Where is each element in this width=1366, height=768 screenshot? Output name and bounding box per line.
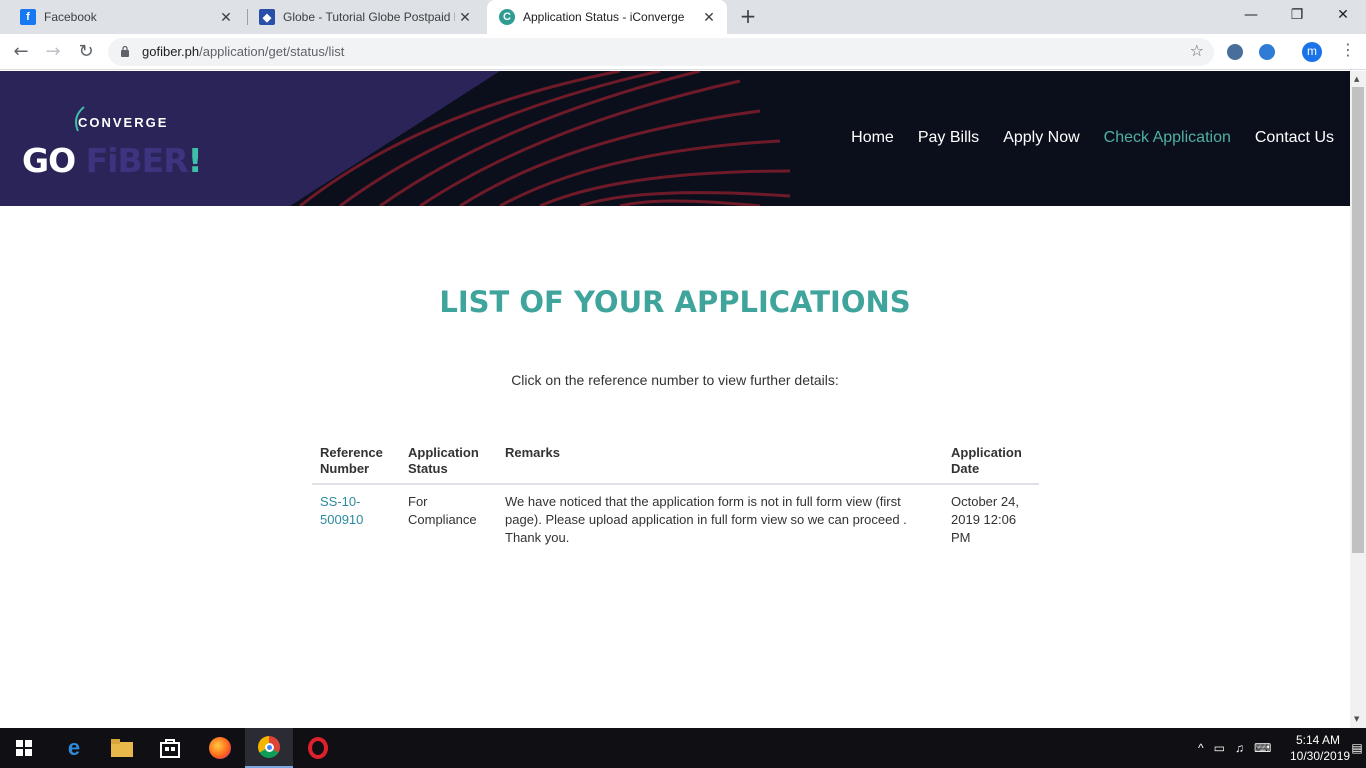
taskbar-clock[interactable]: 5:14 AM 10/30/2019 — [1290, 732, 1351, 764]
url-domain: gofiber.ph — [142, 44, 200, 59]
chrome-taskbar-button[interactable] — [245, 728, 293, 768]
firefox-taskbar-button[interactable] — [196, 728, 244, 768]
clock-date: 10/30/2019 — [1290, 749, 1351, 763]
tab-facebook[interactable]: f Facebook ✕ — [8, 0, 244, 34]
nav-check-application[interactable]: Check Application — [1104, 129, 1231, 147]
page-scrollbar[interactable]: ▲ ▼ — [1350, 71, 1366, 728]
gofiber-logo[interactable]: GO FiBER! — [22, 141, 203, 180]
edge-taskbar-button[interactable]: e — [50, 728, 98, 768]
keyboard-icon[interactable]: ⌨ — [1254, 741, 1271, 755]
address-bar[interactable]: gofiber.ph/application/get/status/list ☆ — [108, 38, 1214, 66]
extension-search-icon[interactable] — [1259, 44, 1275, 60]
table-row: SS-10-500910 For Compliance We have noti… — [312, 484, 1039, 555]
nav-home[interactable]: Home — [851, 129, 894, 147]
cell-status: For Compliance — [408, 494, 477, 527]
tab-application-status[interactable]: C Application Status - iConverge ✕ — [487, 0, 727, 34]
volume-icon[interactable]: ♫ — [1235, 741, 1244, 755]
opera-icon — [308, 737, 328, 759]
logo-go: GO — [22, 141, 76, 180]
scroll-up-icon[interactable]: ▲ — [1354, 75, 1359, 83]
header-reference-number: Reference Number — [312, 439, 400, 485]
instructions-text: Click on the reference number to view fu… — [511, 372, 839, 388]
site-header: CONVERGE GO FiBER! Home Pay Bills Apply … — [0, 71, 1350, 206]
facebook-icon: f — [20, 9, 36, 25]
globe-icon: ◆ — [259, 9, 275, 25]
nav-contact-us[interactable]: Contact Us — [1255, 129, 1334, 147]
firefox-icon — [209, 737, 231, 759]
header-application-date: Application Date — [943, 439, 1039, 485]
scrollbar-thumb[interactable] — [1352, 87, 1364, 553]
edge-icon: e — [67, 735, 81, 760]
page-title: LIST OF YOUR APPLICATIONS — [439, 285, 911, 319]
converge-icon: C — [499, 9, 515, 25]
tab-strip: f Facebook ✕ ◆ Globe - Tutorial Globe Po… — [0, 0, 1366, 34]
network-icon[interactable]: ▭ — [1214, 741, 1225, 755]
cell-remarks: We have noticed that the application for… — [505, 494, 907, 545]
action-center-button[interactable]: ▤ — [1348, 728, 1366, 768]
close-icon[interactable]: ✕ — [699, 9, 719, 26]
clock-time: 5:14 AM — [1295, 733, 1341, 747]
cell-reference: SS-10-500910 — [312, 484, 400, 555]
tab-globe[interactable]: ◆ Globe - Tutorial Globe Postpaid L ✕ — [247, 0, 483, 34]
extension-globe-icon[interactable] — [1227, 44, 1243, 60]
lock-icon — [121, 45, 129, 57]
close-icon[interactable]: ✕ — [216, 9, 236, 26]
nav-pay-bills[interactable]: Pay Bills — [918, 129, 979, 147]
tab-title: Facebook — [44, 10, 97, 24]
back-button[interactable]: ← — [8, 39, 34, 65]
scroll-down-icon[interactable]: ▼ — [1354, 715, 1359, 723]
url-text: gofiber.ph/application/get/status/list — [142, 44, 344, 59]
windows-taskbar: e ^ ▭ ♫ ⌨ 5:14 AM 10/30/2019 ▤ — [0, 728, 1366, 768]
system-tray: ^ ▭ ♫ ⌨ — [1198, 728, 1271, 768]
restore-button[interactable]: ❐ — [1274, 0, 1320, 34]
header-remarks: Remarks — [497, 439, 943, 485]
bookmark-star-icon[interactable]: ☆ — [1190, 41, 1204, 60]
header-application-status: Application Status — [400, 439, 497, 485]
close-window-button[interactable]: ✕ — [1320, 0, 1366, 34]
cell-date: October 24, 2019 12:06 PM — [951, 494, 1019, 545]
start-button[interactable] — [0, 728, 48, 768]
folder-icon — [111, 739, 133, 757]
reference-number-link[interactable]: SS-10-500910 — [320, 494, 363, 527]
windows-icon — [16, 740, 32, 756]
store-taskbar-button[interactable] — [146, 728, 194, 768]
tab-title: Globe - Tutorial Globe Postpaid L — [283, 10, 455, 24]
opera-taskbar-button[interactable] — [294, 728, 342, 768]
main-nav: Home Pay Bills Apply Now Check Applicati… — [851, 129, 1334, 147]
new-tab-button[interactable]: + — [736, 5, 760, 29]
converge-logo-text: CONVERGE — [78, 115, 169, 130]
logo-bang: ! — [187, 141, 203, 180]
table-header-row: Reference Number Application Status Rema… — [312, 439, 1039, 485]
chevron-up-icon[interactable]: ^ — [1198, 741, 1204, 755]
store-icon — [160, 739, 180, 758]
logo-fiber: FiBER — [85, 141, 189, 180]
forward-button[interactable]: → — [40, 39, 66, 65]
url-path: /application/get/status/list — [199, 44, 345, 59]
reload-button[interactable]: ↻ — [73, 39, 99, 65]
applications-table: Reference Number Application Status Rema… — [312, 439, 1039, 555]
file-explorer-taskbar-button[interactable] — [98, 728, 146, 768]
profile-avatar[interactable]: m — [1302, 42, 1322, 62]
page-viewport: CONVERGE GO FiBER! Home Pay Bills Apply … — [0, 71, 1350, 711]
browser-toolbar: ← → ↻ gofiber.ph/application/get/status/… — [0, 34, 1366, 70]
nav-apply-now[interactable]: Apply Now — [1003, 129, 1079, 147]
menu-icon[interactable]: ⋮ — [1340, 40, 1356, 59]
chrome-icon — [258, 736, 280, 758]
close-icon[interactable]: ✕ — [455, 9, 475, 26]
notification-icon: ▤ — [1351, 741, 1363, 755]
minimize-button[interactable]: — — [1228, 0, 1274, 34]
tab-title: Application Status - iConverge — [523, 10, 685, 24]
